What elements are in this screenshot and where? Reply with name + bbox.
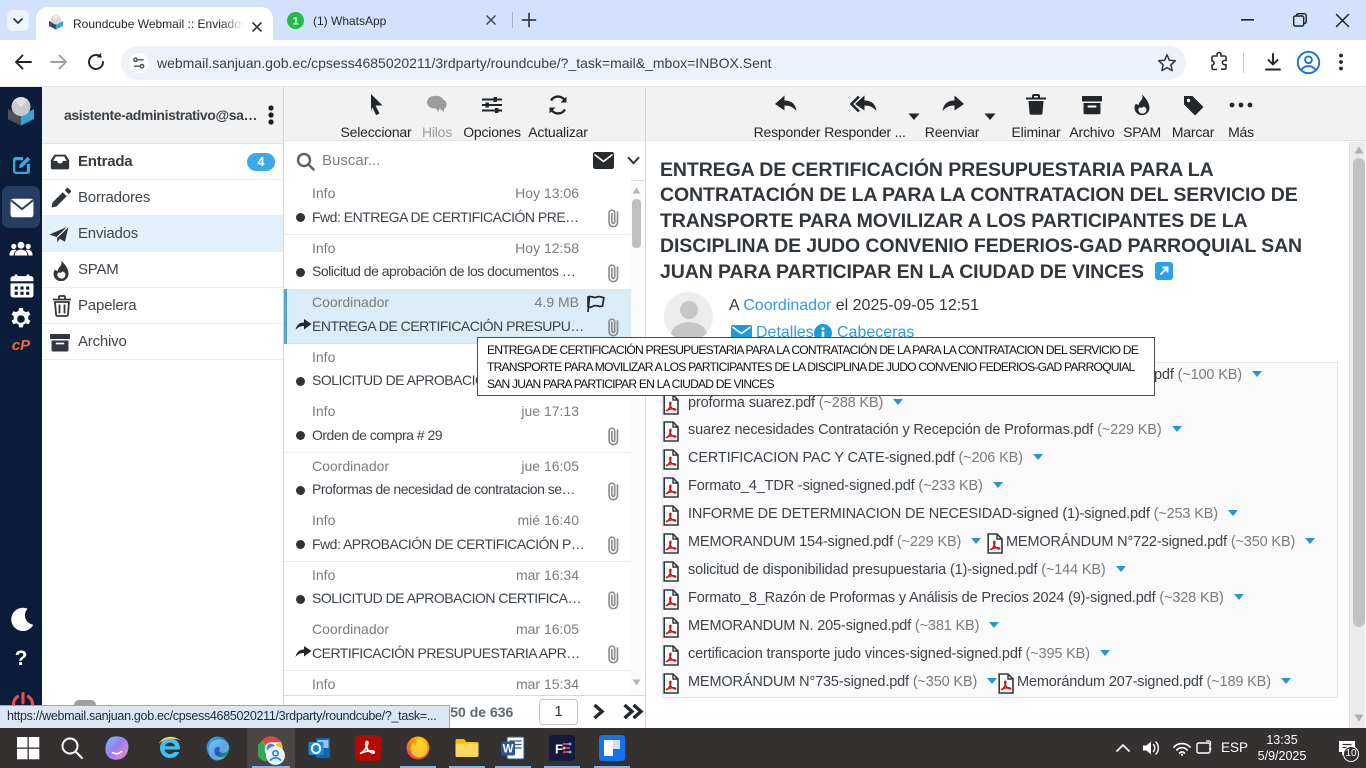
svg-text:F: F xyxy=(555,742,563,757)
svg-text:W: W xyxy=(503,743,514,755)
svg-text:1: 1 xyxy=(292,15,298,27)
